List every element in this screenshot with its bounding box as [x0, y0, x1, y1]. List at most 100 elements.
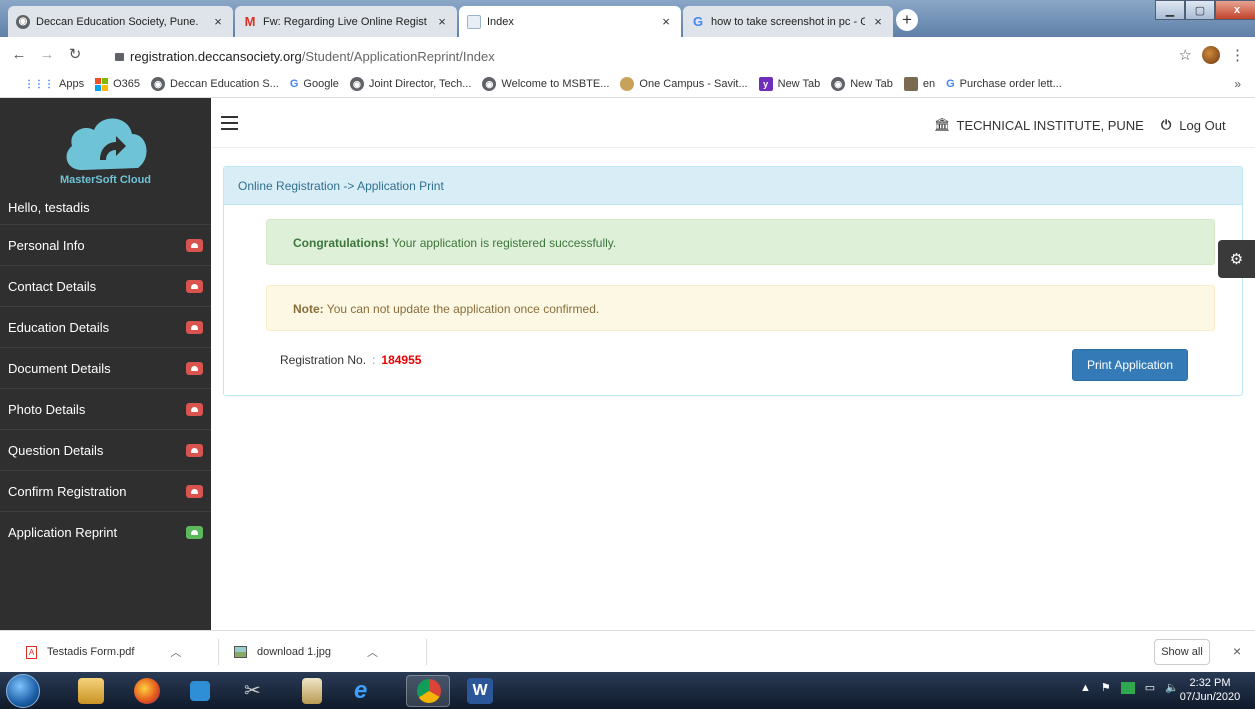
tab-close-icon[interactable]: × [211, 14, 225, 29]
bookmark-one-campus[interactable]: One Campus - Savit... [620, 77, 748, 91]
globe-icon: ◉ [349, 77, 364, 91]
url-field[interactable]: registration.deccansociety.org/Student/A… [115, 49, 495, 64]
sidebar: MasterSoft Cloud Hello, testadis Persona… [0, 98, 211, 630]
globe-icon: ◉ [16, 14, 30, 29]
sidebar-item-photo-details[interactable]: Photo Details [0, 388, 211, 429]
tab-google-search[interactable]: G how to take screenshot in pc - G × [683, 6, 893, 37]
sidebar-item-application-reprint[interactable]: Application Reprint [0, 511, 211, 552]
bookmark-new-tab-2[interactable]: ◉ New Tab [831, 77, 893, 91]
chevron-up-icon[interactable]: ︿ [170, 644, 181, 660]
status-badge-icon [186, 320, 203, 334]
sidebar-item-document-details[interactable]: Document Details [0, 347, 211, 388]
network-status-icon[interactable] [1120, 681, 1135, 694]
reload-icon[interactable]: ↻ [64, 45, 86, 63]
status-badge-icon [186, 484, 203, 498]
snipping-tool-icon[interactable]: ✂ [244, 678, 270, 704]
internet-explorer-icon[interactable]: e [354, 678, 380, 704]
sidebar-item-question-details[interactable]: Question Details [0, 429, 211, 470]
user-greeting: Hello, testadis [8, 200, 90, 215]
downloads-bar: A Testadis Form.pdf ︿ download 1.jpg ︿ S… [0, 630, 1255, 672]
globe-icon: ◉ [831, 77, 846, 91]
pdf-file-icon: A [26, 645, 37, 659]
sidebar-item-education-details[interactable]: Education Details [0, 306, 211, 347]
bookmark-en[interactable]: en [903, 77, 935, 91]
logo: MasterSoft Cloud [0, 98, 211, 198]
bookmark-deccan[interactable]: ◉ Deccan Education S... [151, 77, 279, 91]
word-icon[interactable]: W [467, 678, 493, 704]
media-player-icon[interactable] [190, 681, 210, 701]
institute-name: 🏛 TECHNICAL INSTITUTE, PUNE [934, 117, 1144, 133]
tray-expand-icon[interactable]: ▲ [1080, 682, 1091, 694]
status-badge-icon [186, 361, 203, 375]
profile-avatar[interactable] [1202, 46, 1220, 64]
google-icon: G [692, 14, 704, 29]
globe-icon: ◉ [482, 77, 497, 91]
logo-text: MasterSoft Cloud [59, 174, 152, 186]
success-alert: Congratulations! Your application is reg… [266, 219, 1215, 265]
window-controls: ▁ ▢ x [1155, 0, 1255, 20]
logout-link[interactable]: ⏻ Log Out [1161, 117, 1226, 133]
hamburger-menu-icon[interactable] [221, 116, 238, 134]
bookmark-apps[interactable]: ⋮⋮⋮ Apps [24, 78, 84, 90]
tab-deccan-education[interactable]: ◉ Deccan Education Society, Pune. × [8, 6, 233, 37]
bookmarks-bar: ⋮⋮⋮ Apps O365 ◉ Deccan Education S... G Goo… [0, 71, 1255, 98]
browser-tab-strip: ◉ Deccan Education Society, Pune. × M Fw… [0, 0, 1255, 37]
sidebar-item-confirm-registration[interactable]: Confirm Registration [0, 470, 211, 511]
flag-icon[interactable]: ⚑ [1101, 681, 1111, 694]
bookmark-google[interactable]: G Google [290, 78, 339, 90]
download-item-pdf[interactable]: A Testadis Form.pdf ︿ [26, 631, 181, 673]
chrome-icon [417, 679, 441, 703]
show-all-button[interactable]: Show all [1154, 639, 1210, 665]
emblem-icon [903, 77, 918, 91]
close-downloads-icon[interactable]: × [1233, 643, 1241, 659]
lock-icon [115, 53, 124, 61]
office-icon [95, 77, 109, 91]
firefox-icon[interactable] [134, 678, 160, 704]
print-application-button[interactable]: Print Application [1072, 349, 1188, 381]
bookmark-o365[interactable]: O365 [95, 77, 140, 91]
maximize-button[interactable]: ▢ [1185, 0, 1215, 20]
start-button[interactable] [6, 674, 40, 708]
globe-icon: ◉ [151, 77, 165, 91]
clock[interactable]: 2:32 PM 07/Jun/2020 [1170, 676, 1250, 704]
status-badge-icon [186, 525, 203, 539]
sidebar-item-personal-info[interactable]: Personal Info [0, 224, 211, 265]
minimize-button[interactable]: ▁ [1155, 0, 1185, 20]
note-alert: Note: You can not update the application… [266, 285, 1215, 331]
close-window-button[interactable]: x [1215, 0, 1255, 20]
bookmark-joint-director[interactable]: ◉ Joint Director, Tech... [349, 77, 471, 91]
new-tab-button[interactable]: + [896, 9, 918, 31]
system-tray: ▲ ⚑ ▭ 🔈 [1080, 681, 1179, 694]
status-badge-icon [186, 443, 203, 457]
tab-gmail[interactable]: M Fw: Regarding Live Online Regist × [235, 6, 457, 37]
sidebar-item-contact-details[interactable]: Contact Details [0, 265, 211, 306]
registration-number-value: 184955 [381, 353, 422, 367]
file-explorer-icon[interactable] [78, 678, 104, 704]
chrome-taskbar-button[interactable] [406, 675, 450, 707]
tab-close-icon[interactable]: × [871, 14, 885, 29]
star-icon[interactable]: ☆ [1179, 46, 1192, 64]
google-icon: G [946, 78, 955, 90]
status-badge-icon [186, 238, 203, 252]
status-badge-icon [186, 279, 203, 293]
download-item-jpg[interactable]: download 1.jpg ︿ [234, 631, 378, 673]
bookmark-msbte[interactable]: ◉ Welcome to MSBTE... [482, 77, 609, 91]
settings-gear-icon[interactable]: ⚙ [1218, 240, 1255, 278]
power-icon: ⏻ [1161, 117, 1172, 132]
display-icon[interactable]: ▭ [1145, 681, 1155, 694]
status-badge-icon [186, 402, 203, 416]
registration-number: Registration No.:184955 [280, 353, 422, 367]
forward-arrow-icon[interactable]: → [36, 46, 58, 63]
chevron-up-icon[interactable]: ︿ [367, 644, 378, 660]
institution-building-icon: 🏛 [934, 117, 951, 132]
bookmark-new-tab-1[interactable]: y New Tab [758, 77, 820, 91]
bookmark-purchase-order[interactable]: G Purchase order lett... [946, 78, 1062, 90]
menu-kebab-icon[interactable]: ⋮ [1230, 46, 1245, 64]
tab-close-icon[interactable]: × [435, 14, 449, 29]
back-arrow-icon[interactable]: ← [8, 46, 30, 63]
tab-index[interactable]: Index × [459, 6, 681, 37]
tab-close-icon[interactable]: × [659, 14, 673, 29]
bookmarks-overflow-button[interactable]: » [1234, 77, 1241, 91]
gmail-icon: M [244, 14, 256, 29]
tally-icon[interactable] [302, 678, 322, 704]
